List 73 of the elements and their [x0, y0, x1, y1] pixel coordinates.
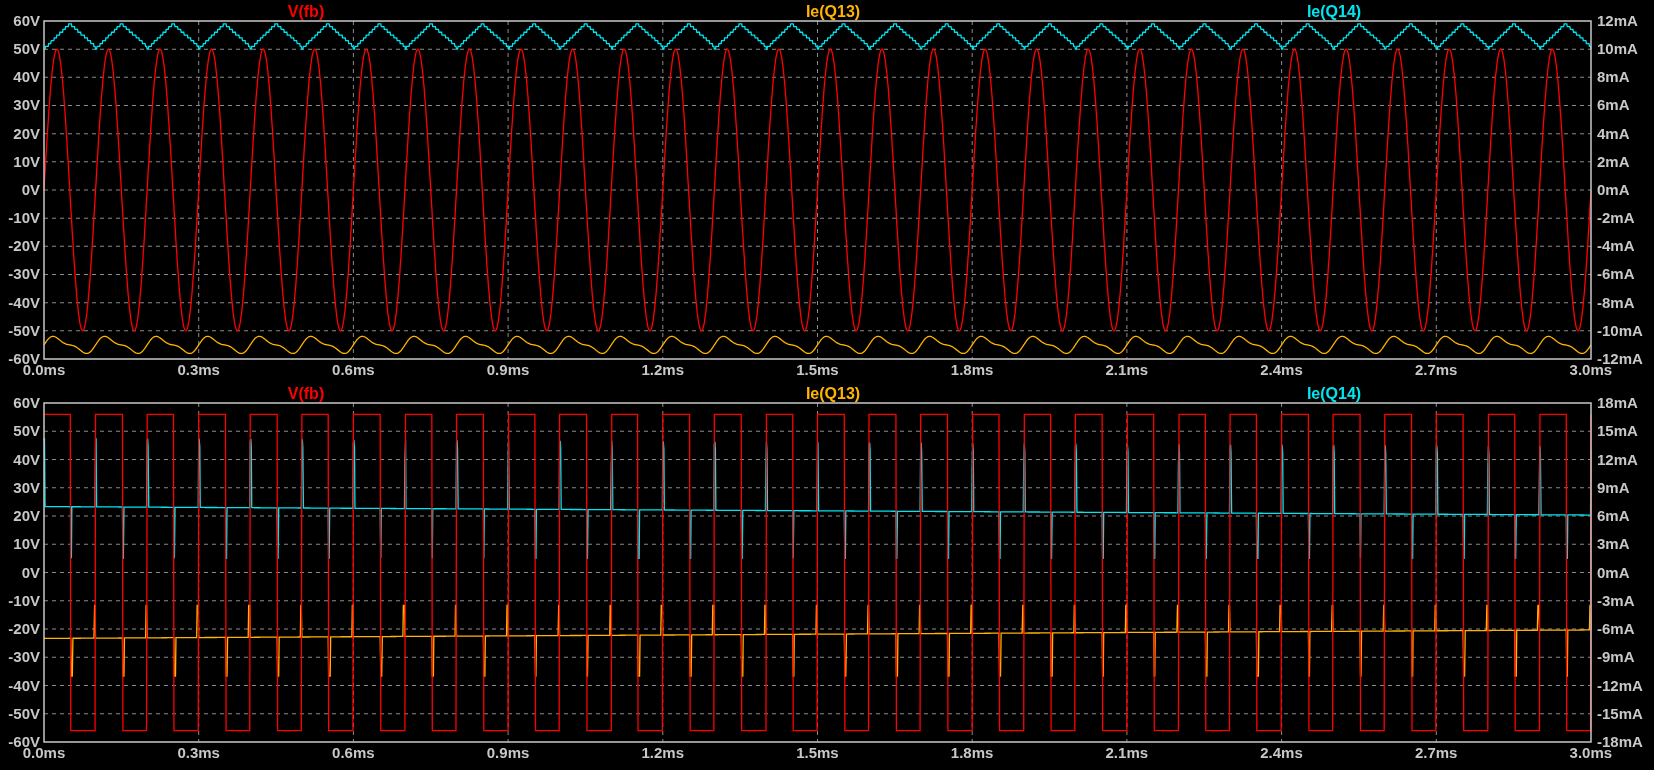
axis-tick-label: 3mA [1597, 535, 1630, 554]
axis-tick-label: 0.6ms [331, 360, 376, 380]
axis-tick-label: -8mA [1597, 293, 1635, 312]
axis-tick-label: 0mA [1597, 563, 1630, 582]
axis-tick-label: 10V [13, 152, 40, 171]
trace-label[interactable]: Ie(Q13) [805, 384, 861, 403]
axis-tick-label: -3mA [1597, 591, 1635, 610]
axis-tick-label: -9mA [1597, 648, 1635, 667]
axis-tick-label: 2.4ms [1259, 743, 1304, 763]
axis-tick-label: -10mA [1597, 321, 1643, 340]
axis-tick-label: 18mA [1597, 394, 1638, 412]
axis-tick-label: 6mA [1597, 96, 1630, 115]
axis-tick-label: 8mA [1597, 68, 1630, 87]
axis-tick-label: 20V [13, 124, 40, 143]
axis-tick-label: 6mA [1597, 507, 1630, 525]
axis-tick-label: 9mA [1597, 478, 1630, 497]
axis-tick-label: 30V [13, 96, 40, 115]
axis-tick-label: 60V [13, 12, 40, 30]
axis-tick-label: -6mA [1597, 265, 1635, 284]
axis-tick-label: -6mA [1597, 620, 1635, 638]
axis-tick-label: -20V [8, 237, 40, 256]
axis-tick-label: 2mA [1597, 152, 1630, 171]
axis-tick-label: 50V [13, 40, 40, 59]
axis-tick-label: -10V [8, 209, 40, 228]
axis-tick-label: 1.8ms [949, 360, 995, 380]
axis-tick-label: 2.7ms [1413, 360, 1459, 380]
axis-tick-label: 12mA [1597, 12, 1638, 30]
axis-tick-label: -20V [8, 620, 40, 638]
axis-tick-label: 1.5ms [795, 360, 840, 380]
axis-tick-label: 2.1ms [1104, 743, 1150, 763]
axis-tick-label: 20V [13, 507, 40, 525]
axis-tick-label: 0.9ms [485, 360, 531, 380]
axis-tick-label: 0V [21, 180, 40, 199]
axis-tick-label: 1.5ms [795, 743, 840, 763]
trace-label[interactable]: V(fb) [287, 384, 325, 403]
trace-label[interactable]: Ie(Q13) [805, 2, 861, 21]
axis-tick-label: 40V [13, 68, 40, 87]
axis-tick-label: 10mA [1597, 40, 1638, 59]
axis-tick-label: 50V [13, 422, 40, 441]
axis-tick-label: 0.9ms [485, 743, 531, 763]
axis-tick-label: 60V [13, 394, 40, 412]
axis-tick-label: -2mA [1597, 209, 1635, 228]
axis-tick-label: -12mA [1597, 349, 1643, 367]
axis-tick-label: -40V [8, 293, 40, 312]
axis-tick-label: 1.2ms [640, 743, 685, 763]
axis-tick-label: -40V [8, 676, 40, 695]
axis-tick-label: 0mA [1597, 180, 1630, 199]
axis-tick-label: -30V [8, 265, 40, 284]
axis-tick-label: -4mA [1597, 237, 1635, 256]
axis-tick-label: 40V [13, 450, 40, 469]
axis-tick-label: -50V [8, 321, 40, 340]
trace-label[interactable]: Ie(Q14) [1306, 2, 1362, 21]
axis-tick-label: 30V [13, 478, 40, 497]
trace-label[interactable]: V(fb) [287, 2, 325, 21]
axis-tick-label: -50V [8, 704, 40, 723]
axis-tick-label: -30V [8, 648, 40, 667]
axis-tick-label: -10V [8, 591, 40, 610]
axis-tick-label: 4mA [1597, 124, 1630, 143]
axis-tick-label: 0.3ms [176, 360, 221, 380]
axis-tick-label: 0.3ms [176, 743, 221, 763]
axis-tick-label: 1.2ms [640, 360, 685, 380]
axis-tick-label: -15mA [1597, 704, 1643, 723]
axis-tick-label: 0.6ms [331, 743, 376, 763]
trace-label[interactable]: Ie(Q14) [1306, 384, 1362, 403]
axis-tick-label: 2.7ms [1413, 743, 1459, 763]
axis-tick-label: 0V [21, 563, 40, 582]
axis-tick-label: 15mA [1597, 422, 1638, 441]
axis-tick-label: -12mA [1597, 676, 1643, 695]
axis-tick-label: 2.4ms [1259, 360, 1304, 380]
axis-tick-label: 2.1ms [1104, 360, 1150, 380]
axis-tick-label: 12mA [1597, 450, 1638, 469]
axis-tick-label: 1.8ms [949, 743, 995, 763]
axis-tick-label: 10V [13, 535, 40, 554]
